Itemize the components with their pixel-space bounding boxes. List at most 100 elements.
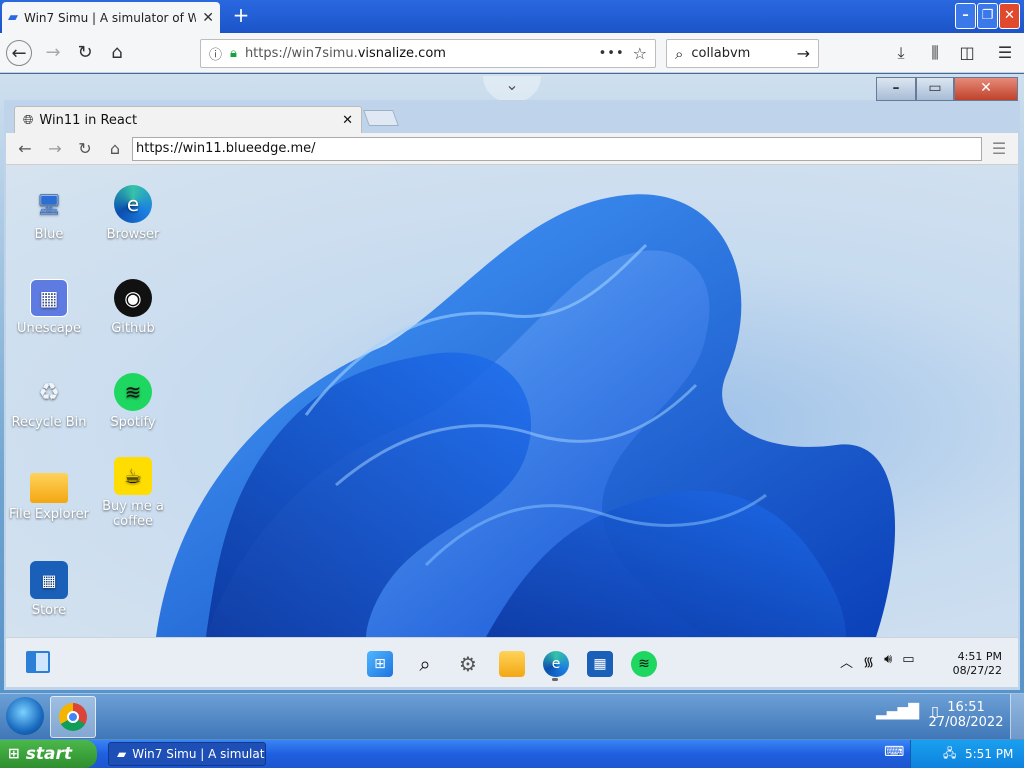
lock-icon: 🔒︎ <box>230 46 237 61</box>
xp-task-item-label: Win7 Simu | A simulat... <box>132 747 266 761</box>
desktop-icon-file-explorer[interactable]: File Explorer <box>6 467 92 522</box>
home-icon[interactable]: ⌂ <box>104 40 130 66</box>
url-host: visnalize.com <box>357 46 446 61</box>
desktop-icon-buy-me-a-coffee[interactable]: ☕︎ Buy me a coffee <box>90 457 176 529</box>
inner-reload-icon[interactable]: ↻ <box>74 138 96 160</box>
volume-icon[interactable]: 🔊︎ <box>884 652 892 671</box>
win7-taskbar <box>0 693 1024 739</box>
recycle-bin-icon: ♻ <box>38 378 60 406</box>
inner-new-tab-button[interactable] <box>363 110 399 126</box>
library-icon[interactable]: ⫼ <box>922 40 948 66</box>
desktop-icon-unescape[interactable]: ▦ Unescape <box>6 279 92 336</box>
inner-address-bar[interactable]: https://win11.blueedge.me/ <box>132 137 982 161</box>
network-icon[interactable]: 🖧︎ <box>943 744 956 765</box>
maximize-button[interactable]: ❐ <box>977 3 998 29</box>
search-taskbar-icon[interactable]: ⌕ <box>412 651 438 677</box>
desktop-icon-store[interactable]: ▦ Store <box>6 561 92 618</box>
inner-window-controls: – ▭ ✕ <box>876 77 1018 101</box>
close-tab-icon[interactable]: ✕ <box>202 10 214 26</box>
desktop-icon-blue[interactable]: 🖥︎ Blue <box>6 185 92 242</box>
desktop-icon-browser[interactable]: e Browser <box>90 185 176 242</box>
reload-icon[interactable]: ↻ <box>72 40 98 66</box>
coffee-icon: ☕︎ <box>114 457 152 495</box>
show-desktop-button[interactable] <box>1010 694 1024 739</box>
desktop-icon-label: Store <box>31 603 67 618</box>
win7-start-orb-icon[interactable] <box>6 697 44 735</box>
page-actions-icon[interactable]: ••• <box>599 46 625 61</box>
search-input[interactable]: collabvm <box>691 46 750 61</box>
running-indicator <box>552 678 558 681</box>
desktop-icon-label: Unescape <box>17 321 81 336</box>
chrome-taskbar-button[interactable] <box>50 696 96 738</box>
search-box[interactable]: ⌕ collabvm → <box>666 39 819 68</box>
windows-flag-icon: ⊞ <box>8 746 20 762</box>
spotify-taskbar-icon[interactable]: ≋ <box>631 651 657 677</box>
xp-clock[interactable]: 5:51 PM <box>965 747 1013 761</box>
settings-icon[interactable]: ⚙ <box>455 651 481 677</box>
minimize-button[interactable]: – <box>955 3 976 29</box>
inner-tab[interactable]: 🌐︎ Win11 in React ✕ <box>14 106 362 133</box>
start-label: start <box>25 744 72 764</box>
inner-close-button[interactable]: ✕ <box>954 77 1018 101</box>
inner-close-tab-icon[interactable]: ✕ <box>342 113 353 128</box>
desktop-icon-spotify[interactable]: ≋ Spotify <box>90 373 176 430</box>
store-taskbar-icon[interactable]: ▦ <box>587 651 613 677</box>
win7-time: 16:51 <box>947 700 985 715</box>
desktop-icon-label: File Explorer <box>8 507 89 522</box>
unescape-icon: ▦ <box>30 279 68 317</box>
bookmark-star-icon[interactable]: ☆ <box>633 44 647 63</box>
xp-start-button[interactable]: ⊞ start <box>0 740 97 768</box>
inner-tab-title: Win11 in React <box>39 112 138 128</box>
spotify-icon: ≋ <box>114 373 152 411</box>
win7-date: 27/08/2022 <box>928 715 1004 730</box>
new-tab-button[interactable]: + <box>228 4 254 28</box>
desktop-icon-label: Browser <box>106 227 160 242</box>
globe-icon: 🌐︎ <box>23 112 34 128</box>
address-bar[interactable]: ⓘ 🔒︎ https://win7simu.visnalize.com ••• … <box>200 39 656 68</box>
win11-desktop: 🖥︎ Blue e Browser ▦ Unescape ◉ Github ♻ … <box>6 165 1018 637</box>
sidebar-icon[interactable]: ◫ <box>954 40 980 66</box>
widgets-icon[interactable] <box>26 651 50 673</box>
win11-time: 4:51 PM <box>957 650 1002 663</box>
outer-tab[interactable]: ▰ Win7 Simu | A simulator of Windows ✕ <box>2 2 220 33</box>
inner-menu-icon[interactable]: ☰ <box>988 140 1010 158</box>
chrome-icon <box>59 703 87 731</box>
xp-task-item[interactable]: ▰ Win7 Simu | A simulat... <box>108 742 266 766</box>
edge-icon: e <box>114 185 152 223</box>
win11-date: 08/27/22 <box>952 664 1002 677</box>
desktop-icon-recycle-bin[interactable]: ♻ Recycle Bin <box>6 373 92 430</box>
inner-back-icon[interactable]: ← <box>14 138 36 160</box>
back-icon[interactable]: ← <box>6 40 32 66</box>
inner-home-icon[interactable]: ⌂ <box>104 138 126 160</box>
folder-icon <box>30 473 68 503</box>
github-icon: ◉ <box>114 279 152 317</box>
edge-taskbar-icon[interactable]: e <box>543 651 569 677</box>
keyboard-icon[interactable]: ⌨ <box>884 744 904 760</box>
windows-start-icon[interactable]: ⊞ <box>367 651 393 677</box>
chevron-up-icon[interactable]: ︿ <box>840 652 853 671</box>
search-go-icon[interactable]: → <box>797 44 810 63</box>
file-explorer-taskbar-icon[interactable] <box>499 651 525 677</box>
downloads-icon[interactable]: ⤓ <box>888 40 914 66</box>
win11-clock[interactable]: 4:51 PM 08/27/22 <box>944 650 1002 678</box>
desktop-icon-label: Blue <box>34 227 64 242</box>
url-prefix: https://win7simu. <box>244 46 358 61</box>
outer-tab-title: Win7 Simu | A simulator of Windows <box>24 10 197 25</box>
store-icon: ▦ <box>30 561 68 599</box>
desktop-icon-github[interactable]: ◉ Github <box>90 279 176 336</box>
win11-tray: ︿ ᯾ 🔊︎ ▭ <box>840 652 915 671</box>
close-button[interactable]: ✕ <box>999 3 1020 29</box>
desktop-icon-label: Buy me a coffee <box>102 499 164 529</box>
signal-icon[interactable]: ▂▄▆█ <box>876 704 919 720</box>
menu-icon[interactable]: ☰ <box>992 40 1018 66</box>
inner-forward-icon[interactable]: → <box>44 138 66 160</box>
battery-icon[interactable]: ▭ <box>902 652 914 671</box>
win7-clock[interactable]: 16:51 27/08/2022 <box>928 700 1004 730</box>
inner-maximize-button[interactable]: ▭ <box>916 77 954 101</box>
desktop-icon-label: Github <box>111 321 155 336</box>
inner-minimize-button[interactable]: – <box>876 77 916 101</box>
info-icon[interactable]: ⓘ <box>209 44 222 63</box>
desktop-icon-label: Spotify <box>110 415 156 430</box>
wifi-icon[interactable]: ᯾ <box>863 652 874 671</box>
forward-icon[interactable]: → <box>40 40 66 66</box>
